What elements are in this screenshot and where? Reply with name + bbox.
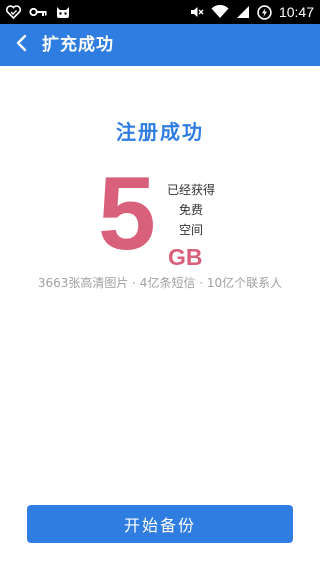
page-title: 扩充成功	[42, 35, 114, 55]
storage-amount: 5	[98, 156, 156, 272]
heart-check-icon	[6, 0, 21, 24]
label-space: 空间	[178, 223, 203, 237]
chevron-left-icon	[15, 34, 29, 56]
status-bar: 10:47	[0, 0, 320, 24]
key-icon	[29, 0, 47, 24]
back-button[interactable]	[6, 29, 38, 61]
storage-labels: 已经获得 免费 空间	[166, 180, 216, 240]
label-obtained: 已经获得	[166, 183, 215, 197]
battery-charging-icon	[257, 0, 272, 24]
app-bar: 扩充成功	[0, 24, 320, 66]
clock-time: 10:47	[278, 4, 314, 20]
signal-icon	[236, 0, 250, 24]
storage-unit: GB	[168, 244, 203, 270]
cat-face-icon	[55, 0, 71, 24]
start-backup-label: 开始备份	[123, 516, 196, 535]
status-left-icons	[6, 0, 71, 24]
label-free: 免费	[178, 203, 203, 217]
storage-equivalents: 3663张高清图片 · 4亿条短信 · 10亿个联系人	[37, 276, 283, 290]
success-title: 注册成功	[116, 120, 204, 144]
mute-icon	[190, 0, 204, 24]
wifi-icon	[211, 0, 229, 24]
start-backup-button[interactable]: 开始备份	[27, 505, 293, 543]
status-right-icons: 10:47	[190, 0, 314, 24]
